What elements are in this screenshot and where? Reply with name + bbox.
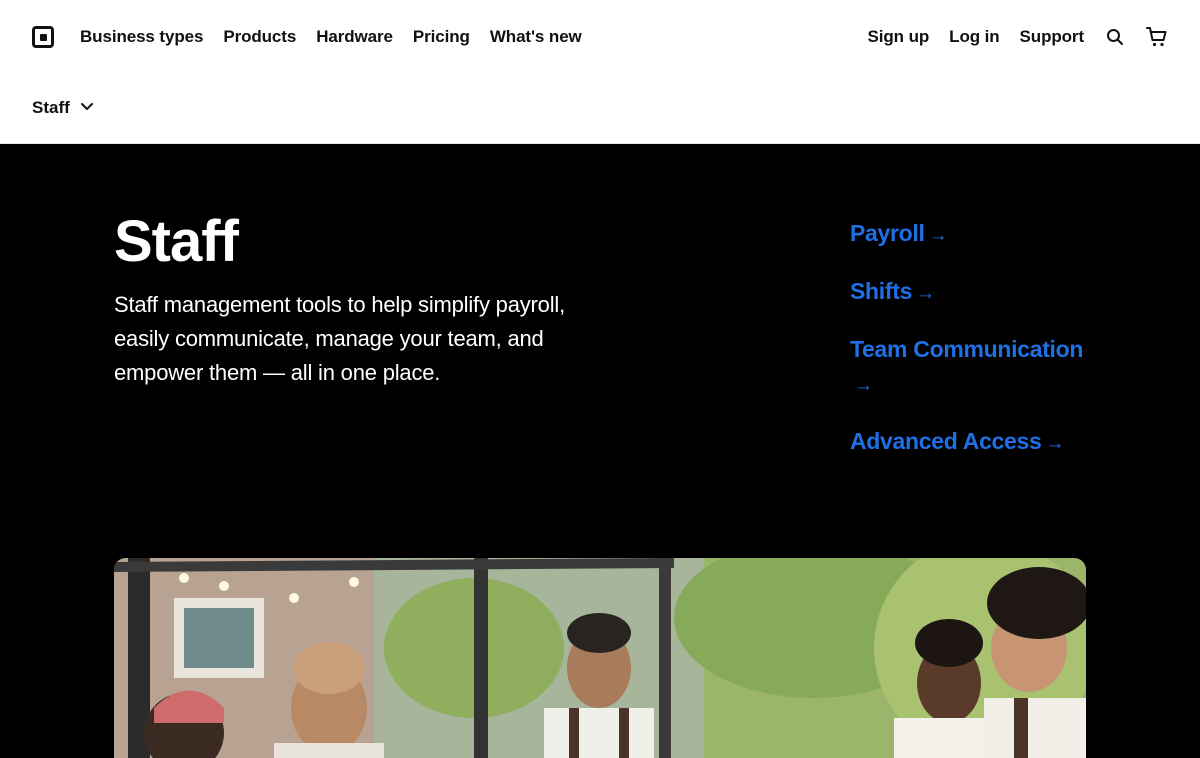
nav-business-types[interactable]: Business types — [80, 26, 203, 48]
payroll-link[interactable]: Payroll → — [850, 216, 948, 253]
log-in-link[interactable]: Log in — [949, 26, 999, 48]
shifts-link[interactable]: Shifts → — [850, 274, 935, 311]
sign-up-link[interactable]: Sign up — [868, 26, 930, 48]
payroll-link-label: Payroll — [850, 220, 925, 246]
cart-icon[interactable] — [1146, 26, 1168, 48]
square-logo-icon[interactable] — [32, 26, 54, 48]
support-link[interactable]: Support — [1020, 26, 1085, 48]
nav-pricing[interactable]: Pricing — [413, 26, 470, 48]
nav-products[interactable]: Products — [223, 26, 296, 48]
primary-nav: Business types Products Hardware Pricing… — [80, 26, 582, 48]
shifts-link-label: Shifts — [850, 278, 913, 304]
staff-team-photo — [114, 558, 1086, 758]
advanced-access-link[interactable]: Advanced Access → — [850, 424, 1065, 461]
hero-section: Staff Staff management tools to help sim… — [0, 144, 1200, 758]
top-navigation: Business types Products Hardware Pricing… — [0, 0, 1200, 144]
hero-description: Staff management tools to help simplify … — [114, 292, 566, 385]
staff-dropdown[interactable]: Staff — [32, 97, 94, 119]
account-nav: Sign up Log in Support — [868, 26, 1168, 48]
team-communication-link[interactable]: Team Communication → — [850, 332, 1095, 403]
chevron-down-icon — [80, 99, 94, 117]
page-title: Staff — [114, 209, 239, 274]
nav-hardware[interactable]: Hardware — [316, 26, 393, 48]
arrow-right-icon: → — [854, 375, 873, 396]
advanced-access-link-label: Advanced Access — [850, 428, 1042, 454]
staff-dropdown-label: Staff — [32, 98, 70, 117]
search-icon[interactable] — [1104, 26, 1126, 48]
arrow-right-icon: → — [928, 225, 948, 246]
team-communication-link-label: Team Communication — [850, 336, 1084, 362]
arrow-right-icon: → — [916, 283, 935, 304]
arrow-right-icon: → — [1045, 433, 1065, 454]
nav-whats-new[interactable]: What's new — [490, 26, 582, 48]
